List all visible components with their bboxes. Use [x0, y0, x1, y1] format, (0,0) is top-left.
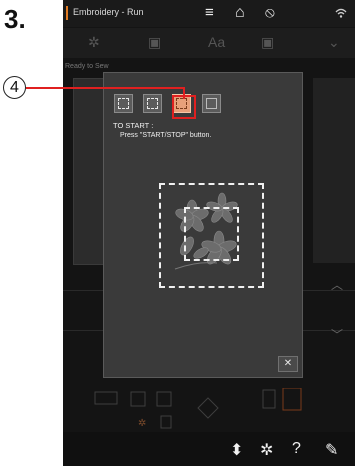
settings-icon[interactable]: ✲	[260, 440, 273, 460]
menu-icon[interactable]: ≡	[205, 4, 214, 22]
home-icon[interactable]: ⌂	[235, 4, 245, 22]
start-dialog: TO START : Press "START/STOP" button. ✕	[103, 72, 303, 378]
right-panel	[313, 78, 355, 263]
hoop-option-2-icon	[147, 98, 158, 109]
thread-icon[interactable]: ⬍	[230, 440, 243, 460]
tool-icon[interactable]: ✎	[325, 440, 338, 460]
tool-icon-5[interactable]: ⌄	[328, 34, 340, 51]
window-title: Embroidery - Run	[73, 7, 144, 17]
callout-number-text: 4	[10, 78, 19, 96]
hoop-option-4[interactable]	[202, 94, 221, 113]
bottom-bar: ⬍ ✲ ? ✎	[63, 432, 355, 466]
bottom-controls: ✲	[94, 388, 302, 429]
hoop-option-1-icon	[118, 98, 129, 109]
close-button[interactable]: ✕	[278, 356, 298, 372]
callout-highlight-box	[172, 95, 196, 119]
embroidery-toolbar: ✲ ▣ Aa ▣ ⌄	[63, 28, 355, 58]
tool-icon-4[interactable]: ▣	[261, 34, 274, 51]
press-instruction: Press "START/STOP" button.	[120, 132, 212, 139]
step-number: 3.	[4, 4, 26, 34]
callout-leader-line	[26, 87, 184, 89]
hoop-option-1[interactable]	[114, 94, 133, 113]
tool-icon-1[interactable]: ✲	[88, 34, 100, 51]
top-bar: Embroidery - Run ≡ ⌂ ⦸	[63, 0, 355, 27]
hoop-inner-frame	[184, 207, 239, 261]
help-icon[interactable]: ?	[292, 440, 301, 458]
ready-status: Ready to Sew	[65, 63, 109, 70]
device-screen: Embroidery - Run ≡ ⌂ ⦸ ✲ ▣ Aa ▣ ⌄ Ready …	[63, 0, 355, 466]
hoop-option-2[interactable]	[143, 94, 162, 113]
chevron-up-icon[interactable]: ︿	[331, 276, 343, 293]
tool-icon-2[interactable]: ▣	[148, 34, 161, 51]
status-icon[interactable]: ⦸	[265, 4, 275, 22]
hoop-option-4-icon	[206, 98, 217, 109]
wifi-icon	[335, 8, 347, 18]
callout-number: 4	[3, 76, 26, 99]
svg-text:✲: ✲	[138, 418, 146, 429]
to-start-label: TO START :	[113, 121, 154, 130]
chevron-down-icon[interactable]: ﹀	[331, 326, 343, 343]
tool-icon-3[interactable]: Aa	[208, 34, 225, 50]
title-accent	[66, 6, 68, 20]
